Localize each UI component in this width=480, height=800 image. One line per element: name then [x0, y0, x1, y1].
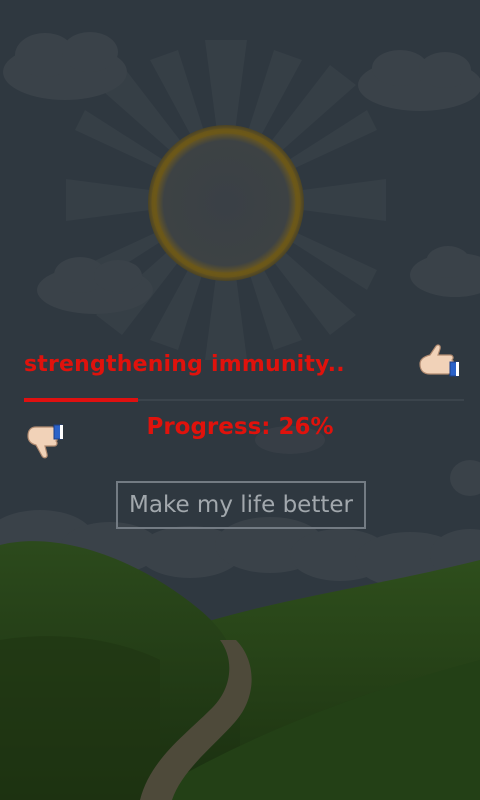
- progress-label: Progress: 26%: [146, 414, 334, 440]
- progress-bar-fill: [24, 398, 139, 402]
- status-label: strengthening immunity..: [24, 352, 345, 377]
- thumbs-up-icon[interactable]: [416, 344, 462, 382]
- sun-icon: [148, 125, 304, 281]
- progress-bar: [24, 398, 464, 402]
- make-my-life-better-button[interactable]: Make my life better: [116, 481, 366, 529]
- hill-shadow: [0, 636, 160, 800]
- thumbs-down-icon[interactable]: [24, 420, 70, 460]
